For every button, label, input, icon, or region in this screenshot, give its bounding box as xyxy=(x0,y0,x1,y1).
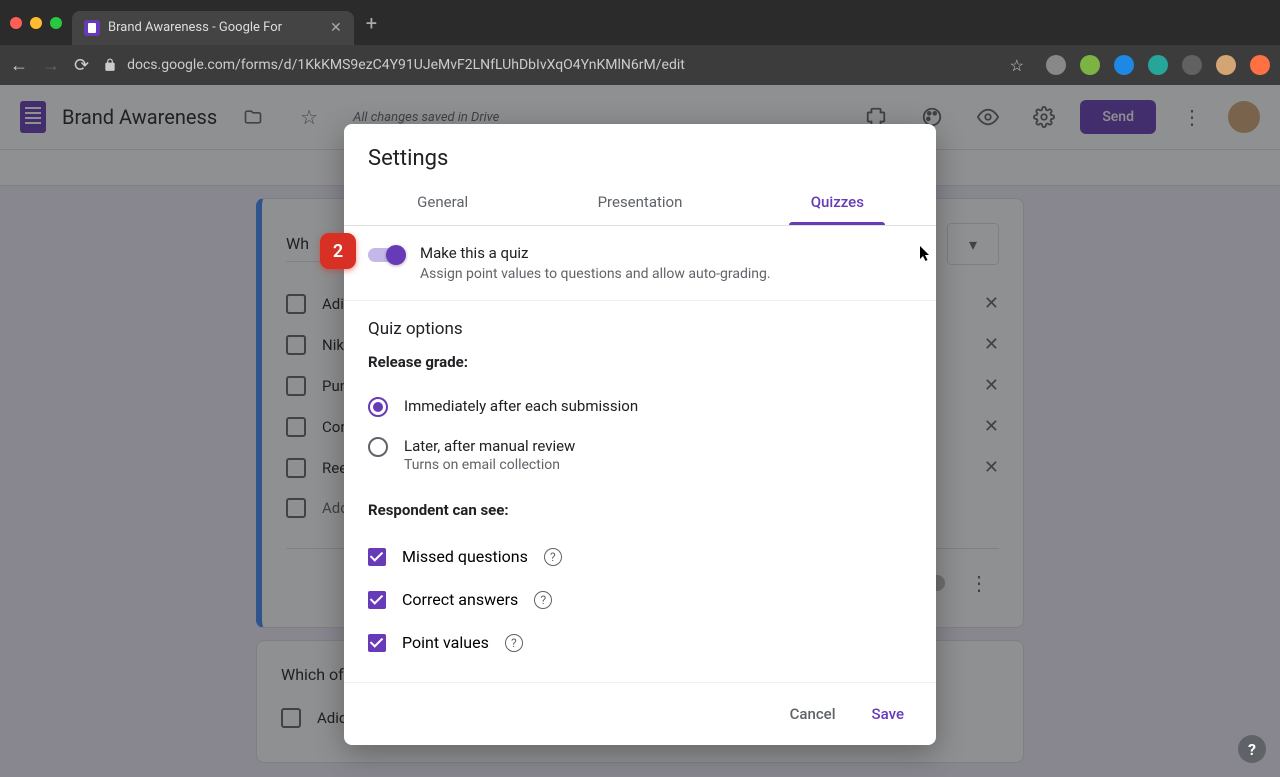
tab-presentation[interactable]: Presentation xyxy=(541,179,738,225)
extension-icon[interactable] xyxy=(1250,55,1270,75)
quiz-options-title: Quiz options xyxy=(368,319,912,339)
help-icon[interactable]: ? xyxy=(544,548,562,566)
tab-general[interactable]: General xyxy=(344,179,541,225)
checkbox-icon xyxy=(368,634,386,652)
url-text: docs.google.com/forms/d/1KkKMS9ezC4Y91UJ… xyxy=(127,57,685,73)
extension-icon[interactable] xyxy=(1046,55,1066,75)
radio-later[interactable]: Later, after manual review Turns on emai… xyxy=(368,427,912,483)
radio-label: Immediately after each submission xyxy=(404,397,638,415)
window-maximize[interactable] xyxy=(50,17,62,29)
radio-immediately[interactable]: Immediately after each submission xyxy=(368,387,912,427)
make-quiz-label: Make this a quiz xyxy=(420,244,771,262)
extension-icons xyxy=(1046,55,1270,75)
save-button[interactable]: Save xyxy=(864,699,912,729)
url-bar[interactable]: docs.google.com/forms/d/1KkKMS9ezC4Y91UJ… xyxy=(103,57,996,73)
check-point-values[interactable]: Point values ? xyxy=(368,621,912,664)
window-controls xyxy=(10,17,62,29)
new-tab-button[interactable]: + xyxy=(366,11,377,35)
cursor-icon xyxy=(920,246,932,262)
modal-title: Settings xyxy=(368,146,912,171)
check-missed-questions[interactable]: Missed questions ? xyxy=(368,535,912,578)
extension-icon[interactable] xyxy=(1114,55,1134,75)
release-grade-label: Release grade: xyxy=(368,353,912,371)
window-close[interactable] xyxy=(10,17,22,29)
checkbox-icon xyxy=(368,548,386,566)
tab-quizzes[interactable]: Quizzes xyxy=(739,179,936,225)
radio-label: Later, after manual review xyxy=(404,437,575,455)
help-icon[interactable]: ? xyxy=(505,634,523,652)
extension-icon[interactable] xyxy=(1182,55,1202,75)
respondent-see-label: Respondent can see: xyxy=(368,501,912,519)
settings-modal: Settings General Presentation Quizzes Ma… xyxy=(344,124,936,745)
help-fab-icon[interactable]: ? xyxy=(1238,735,1266,763)
tab-title: Brand Awareness - Google For xyxy=(108,20,282,35)
check-correct-answers[interactable]: Correct answers ? xyxy=(368,578,912,621)
browser-toolbar: ← → ⟳ docs.google.com/forms/d/1KkKMS9ezC… xyxy=(0,45,1280,85)
annotation-marker: 2 xyxy=(320,233,356,269)
profile-avatar-icon[interactable] xyxy=(1216,55,1236,75)
modal-tabs: General Presentation Quizzes xyxy=(344,179,936,226)
checkbox-icon xyxy=(368,591,386,609)
lock-icon xyxy=(103,58,117,72)
radio-icon xyxy=(368,437,388,457)
radio-icon xyxy=(368,397,388,417)
bookmark-star-icon[interactable]: ☆ xyxy=(1010,56,1024,75)
window-minimize[interactable] xyxy=(30,17,42,29)
radio-desc: Turns on email collection xyxy=(404,457,575,473)
check-label: Missed questions xyxy=(402,547,528,566)
make-quiz-toggle[interactable] xyxy=(368,248,404,262)
browser-tab[interactable]: Brand Awareness - Google For ✕ xyxy=(72,11,354,45)
help-icon[interactable]: ? xyxy=(534,591,552,609)
check-label: Point values xyxy=(402,633,489,652)
check-label: Correct answers xyxy=(402,590,518,609)
reload-button[interactable]: ⟳ xyxy=(74,55,89,76)
forms-favicon-icon xyxy=(84,20,100,36)
cancel-button[interactable]: Cancel xyxy=(782,699,844,729)
back-button[interactable]: ← xyxy=(10,55,28,76)
make-quiz-row: Make this a quiz Assign point values to … xyxy=(344,226,936,301)
forward-button: → xyxy=(42,55,60,76)
browser-tab-bar: Brand Awareness - Google For ✕ + xyxy=(0,0,1280,45)
extension-icon[interactable] xyxy=(1080,55,1100,75)
extension-icon[interactable] xyxy=(1148,55,1168,75)
close-tab-icon[interactable]: ✕ xyxy=(330,20,342,36)
make-quiz-desc: Assign point values to questions and all… xyxy=(420,266,771,282)
